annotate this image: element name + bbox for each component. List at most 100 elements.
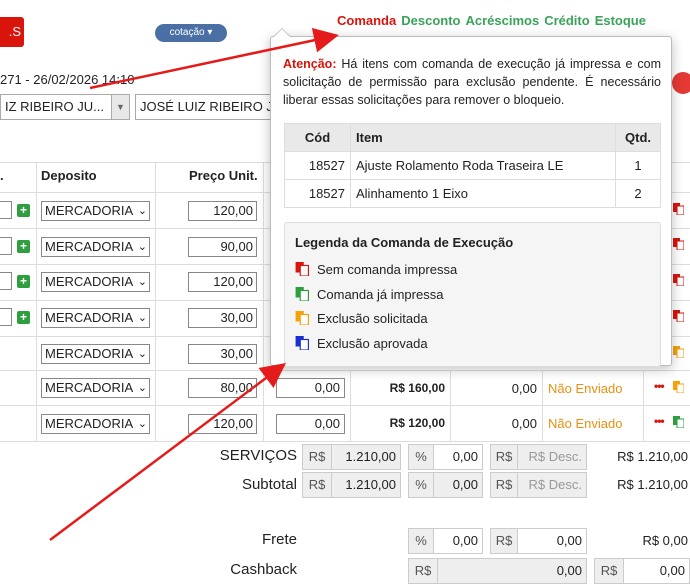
link-comanda[interactable]: Comanda	[337, 13, 396, 28]
servicos-value: 1.210,00	[331, 444, 401, 470]
col-header-deposito: Deposito	[41, 168, 97, 183]
legend-item-comanda-impressa: Comanda já impressa	[295, 287, 443, 302]
subtotal-label: Subtotal	[241, 476, 297, 493]
legend-item-sem-comanda: Sem comanda impressa	[295, 262, 457, 277]
quantity-input[interactable]	[0, 308, 12, 326]
plus-icon[interactable]: +	[17, 240, 30, 253]
document-orange-icon	[295, 311, 309, 326]
legend-item-exclusao-solicitada: Exclusão solicitada	[295, 311, 428, 326]
price-input[interactable]: 80,00	[188, 378, 257, 398]
plus-icon[interactable]: +	[17, 275, 30, 288]
document-icon[interactable]	[673, 238, 684, 250]
row-value: 0,00	[511, 416, 537, 431]
currency-addon: R$	[594, 558, 624, 584]
price-input[interactable]: 90,00	[188, 237, 257, 257]
currency-addon: R$	[408, 558, 438, 584]
comanda-popover: Atenção: Há itens com comanda de execuçã…	[270, 29, 672, 367]
price-input[interactable]: 120,00	[188, 272, 257, 292]
servicos-pct-input[interactable]: 0,00	[433, 444, 483, 470]
price-input[interactable]: 120,00	[188, 201, 257, 221]
currency-addon: R$	[490, 528, 518, 554]
subtotal-pct: 0,00	[433, 472, 483, 498]
col-item: Item	[350, 123, 616, 152]
price-input[interactable]: 120,00	[188, 414, 257, 434]
document-icon[interactable]	[673, 381, 684, 393]
quantity-input[interactable]	[0, 201, 12, 219]
discount-input[interactable]: 0,00	[276, 414, 345, 434]
deposito-select[interactable]: MERCADORIA ⌄	[41, 414, 150, 434]
percent-addon: %	[408, 472, 434, 498]
legend-item-exclusao-aprovada: Exclusão aprovada	[295, 336, 428, 351]
col-cod: Cód	[284, 123, 351, 152]
frete-value-input[interactable]: 0,00	[517, 528, 587, 554]
document-icon[interactable]	[673, 274, 684, 286]
client-name-field[interactable]: JOSÉ LUIZ RIBEIRO J	[135, 94, 275, 120]
deposito-select[interactable]: MERCADORIA ⌄	[41, 344, 150, 364]
item-qtd: 1	[615, 151, 661, 180]
row-value: 0,00	[511, 381, 537, 396]
link-desconto[interactable]: Desconto	[401, 13, 460, 28]
chevron-down-icon: ⌄	[137, 418, 147, 430]
chevron-down-icon: ⌄	[137, 241, 147, 253]
subtotal-total: R$ 1.210,00	[617, 477, 688, 492]
cashback-label: Cashback	[230, 561, 297, 578]
item-name: Alinhamento 1 Eixo	[350, 179, 616, 208]
table-row: 18527 Alinhamento 1 Eixo 2	[284, 179, 661, 208]
row-total: R$ 160,00	[389, 381, 445, 395]
document-icon[interactable]	[673, 203, 684, 215]
quantity-input[interactable]	[0, 272, 12, 290]
notification-dot	[672, 72, 690, 94]
document-icon[interactable]	[673, 416, 684, 428]
price-input[interactable]: 30,00	[188, 344, 257, 364]
cashback-value: 0,00	[437, 558, 587, 584]
document-icon[interactable]	[673, 346, 684, 358]
link-credito[interactable]: Crédito	[544, 13, 590, 28]
action-button[interactable]: .S	[0, 17, 24, 47]
price-input[interactable]: 30,00	[188, 308, 257, 328]
link-estoque[interactable]: Estoque	[595, 13, 646, 28]
deposito-select[interactable]: MERCADORIA ⌄	[41, 378, 150, 398]
more-icon[interactable]: •••	[654, 379, 665, 393]
deposito-select[interactable]: MERCADORIA ⌄	[41, 237, 150, 257]
client-select-value: IZ RIBEIRO JU...	[5, 99, 104, 114]
col-qtd: Qtd.	[615, 123, 661, 152]
top-links: Comanda Desconto Acréscimos Crédito Estoque	[337, 13, 651, 28]
chevron-down-icon: ⌄	[137, 205, 147, 217]
more-icon[interactable]: •••	[654, 414, 665, 428]
currency-addon: R$	[302, 444, 332, 470]
col-header-preco: Preço Unit.	[189, 168, 258, 183]
currency-addon: R$	[490, 444, 518, 470]
plus-icon[interactable]: +	[17, 311, 30, 324]
cotacao-dropdown[interactable]: cotação ▾	[155, 24, 227, 42]
deposito-select[interactable]: MERCADORIA ⌄	[41, 308, 150, 328]
plus-icon[interactable]: +	[17, 204, 30, 217]
link-acrescimos[interactable]: Acréscimos	[465, 13, 539, 28]
discount-input[interactable]: 0,00	[276, 378, 345, 398]
servicos-label: SERVIÇOS	[219, 447, 297, 464]
percent-addon: %	[408, 444, 434, 470]
document-icon[interactable]	[673, 310, 684, 322]
chevron-down-icon: ⌄	[137, 348, 147, 360]
document-blue-icon	[295, 336, 309, 351]
quantity-input[interactable]	[0, 237, 12, 255]
legend-title: Legenda da Comanda de Execução	[295, 235, 514, 250]
deposito-select[interactable]: MERCADORIA ⌄	[41, 272, 150, 292]
document-red-icon	[295, 262, 309, 277]
servicos-desc-input[interactable]: R$ Desc.	[517, 444, 587, 470]
row-total: R$ 120,00	[389, 416, 445, 430]
subtotal-desc: R$ Desc.	[517, 472, 587, 498]
currency-addon: R$	[302, 472, 332, 498]
chevron-down-icon: ▼	[111, 95, 129, 119]
deposito-select[interactable]: MERCADORIA ⌄	[41, 201, 150, 221]
percent-addon: %	[408, 528, 434, 554]
chevron-down-icon: ⌄	[137, 382, 147, 394]
table-row: 18527 Ajuste Rolamento Roda Traseira LE …	[284, 151, 661, 180]
client-select[interactable]: IZ RIBEIRO JU... ▼	[0, 94, 130, 120]
cashback-input[interactable]: 0,00	[623, 558, 690, 584]
item-qtd: 2	[615, 179, 661, 208]
chevron-down-icon: ⌄	[137, 276, 147, 288]
order-date: 271 - 26/02/2026 14:10	[0, 72, 135, 87]
frete-total: R$ 0,00	[642, 533, 688, 548]
frete-pct-input[interactable]: 0,00	[433, 528, 483, 554]
comanda-items-table: Cód Item Qtd. 18527 Ajuste Rolamento Rod…	[284, 123, 661, 208]
